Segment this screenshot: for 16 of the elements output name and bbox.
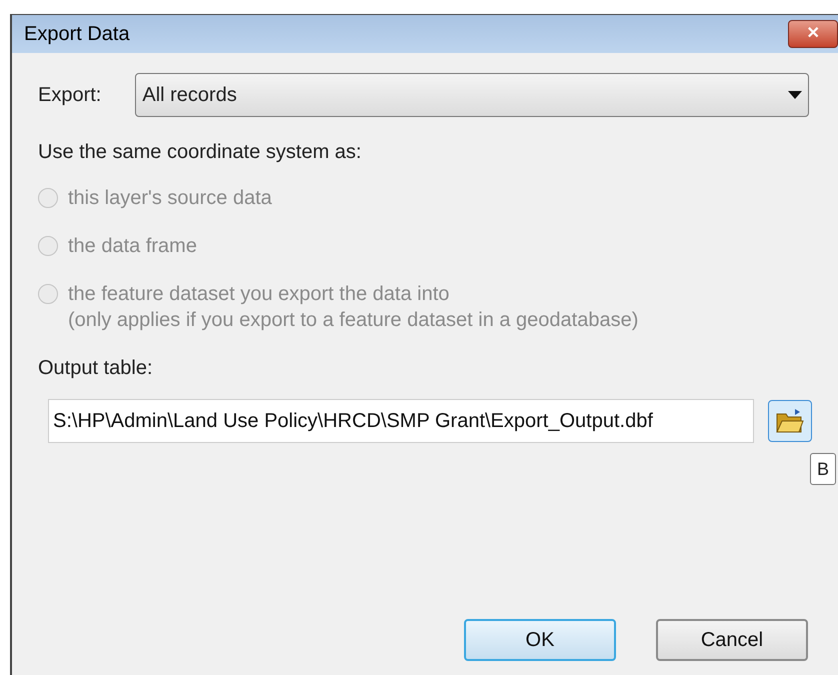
radio-label: the feature dataset you export the data into bbox=[68, 282, 450, 307]
window-title: Export Data bbox=[24, 22, 130, 47]
tooltip: B bbox=[810, 453, 836, 485]
export-dropdown[interactable]: All records bbox=[135, 73, 810, 117]
dropdown-arrow-icon bbox=[788, 91, 802, 99]
output-path-field[interactable]: S:\HP\Admin\Land Use Policy\HRCD\SMP Grant\Export_Output.dbf bbox=[48, 399, 754, 443]
output-label: Output table: bbox=[38, 356, 154, 381]
dialog-button[interactable]: Cancel bbox=[656, 619, 808, 661]
radio-label: this layer's source data bbox=[68, 186, 272, 211]
export-label: Export: bbox=[38, 83, 102, 108]
folder-icon bbox=[775, 408, 805, 434]
radio-label: the data frame bbox=[68, 234, 197, 259]
radio-note: (only applies if you export to a feature dataset in a geodatabase) bbox=[68, 308, 638, 333]
dialog-button[interactable]: OK bbox=[464, 619, 616, 661]
coordinate-label: Use the same coordinate system as: bbox=[38, 140, 362, 165]
browse-button[interactable] bbox=[768, 400, 812, 442]
